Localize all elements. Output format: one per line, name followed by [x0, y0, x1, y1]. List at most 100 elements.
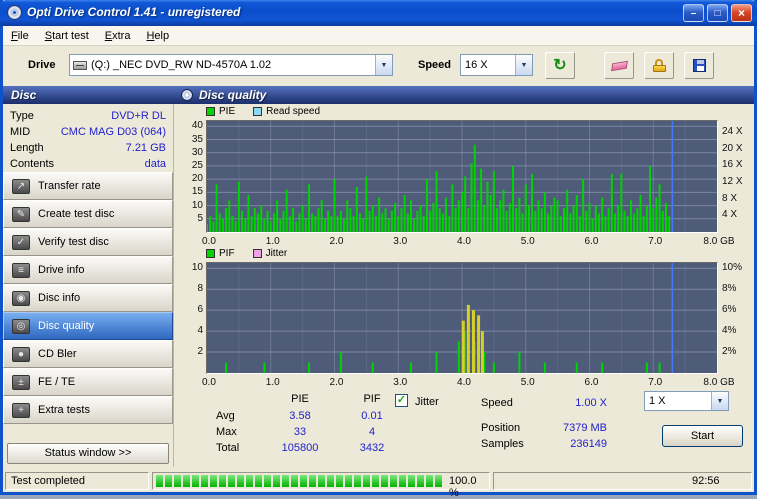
progress-segment	[354, 475, 361, 487]
pif-chart-legend: PIF Jitter	[206, 248, 287, 259]
drive-dropdown-arrow-icon[interactable]: ▼	[375, 55, 392, 75]
speed-stat-value: 1.00 X	[575, 397, 607, 409]
read-speed-legend-label: Read speed	[266, 106, 321, 117]
sidebar-item-label: Drive info	[38, 264, 85, 276]
axis-tick-label: 0.0	[202, 236, 216, 247]
start-button[interactable]: Start	[662, 425, 743, 447]
maximize-button[interactable]: □	[707, 4, 728, 22]
progress-segment	[345, 475, 352, 487]
close-icon: ×	[737, 6, 745, 20]
jitter-checkbox[interactable]: ✓	[395, 394, 408, 407]
axis-tick-label: 1.0	[265, 377, 280, 388]
test-speed-select-value: 1 X	[649, 395, 666, 407]
jitter-checkbox-label: Jitter	[415, 396, 439, 408]
status-window-button[interactable]: Status window >>	[7, 443, 169, 464]
pie-chart-legend: PIE Read speed	[206, 106, 320, 117]
axis-tick-label: 1.0	[265, 236, 280, 247]
axis-tick-label: 8.0 GB	[703, 236, 735, 247]
axis-tick-label: 4.0	[457, 377, 471, 388]
test-speed-dropdown-arrow-icon[interactable]: ▼	[711, 392, 728, 410]
menu-file[interactable]: File	[3, 28, 37, 44]
lock-icon	[652, 59, 666, 72]
progress-segment	[165, 475, 172, 487]
progress-segment	[363, 475, 370, 487]
checkmark-icon: ✓	[396, 394, 407, 406]
verify-test-disc-icon: ✓	[12, 234, 30, 250]
sidebar-item-verify-test-disc[interactable]: ✓ Verify test disc	[3, 228, 173, 256]
total-row-label: Total	[216, 442, 240, 454]
test-speed-select[interactable]: 1 X ▼	[644, 391, 729, 411]
title-bar: Opti Drive Control 1.41 - unregistered –…	[0, 0, 757, 26]
sidebar-item-extra-tests[interactable]: + Extra tests	[3, 396, 173, 424]
axis-tick-label: 2.0	[329, 377, 344, 388]
max-pif-value: 4	[368, 426, 376, 438]
axis-tick-label: 4	[197, 325, 203, 337]
samples-stat-label: Samples	[481, 438, 524, 450]
axis-tick-label: 4%	[722, 325, 737, 337]
menu-help[interactable]: Help	[138, 28, 177, 44]
speed-dropdown-arrow-icon[interactable]: ▼	[515, 55, 532, 75]
axis-tick-label: 5.0	[520, 236, 535, 247]
close-button[interactable]: ×	[731, 4, 752, 22]
sidebar-item-label: CD Bler	[38, 348, 77, 360]
sidebar-item-fe-te[interactable]: ± FE / TE	[3, 368, 173, 396]
read-speed-legend-swatch	[253, 107, 263, 116]
create-test-disc-icon: ✎	[12, 206, 30, 222]
sidebar-item-transfer-rate[interactable]: ↗ Transfer rate	[3, 172, 173, 200]
register-button[interactable]	[644, 52, 674, 79]
axis-tick-label: 25	[191, 159, 203, 171]
disc-length-value: 7.21 GB	[125, 142, 166, 154]
axis-tick-label: 35	[191, 133, 203, 145]
progress-segment	[435, 475, 442, 487]
progress-segment	[273, 475, 280, 487]
sidebar-item-label: Transfer rate	[38, 180, 101, 192]
disc-type-label: Type	[10, 110, 34, 122]
pif-legend-label: PIF	[219, 248, 235, 259]
erase-disc-button[interactable]	[604, 52, 634, 79]
disc-length-row: Length 7.21 GB	[3, 140, 173, 156]
pie-column-header: PIE	[291, 393, 309, 405]
sidebar-item-cd-bler[interactable]: ● CD Bler	[3, 340, 173, 368]
app-cd-icon	[7, 5, 22, 20]
progress-segment	[237, 475, 244, 487]
progress-segment	[282, 475, 289, 487]
sidebar-item-drive-info[interactable]: ≡ Drive info	[3, 256, 173, 284]
refresh-button[interactable]: ↻	[545, 52, 575, 79]
axis-tick-label: 4.0	[457, 236, 471, 247]
disc-quality-header-icon	[181, 89, 193, 101]
speed-select[interactable]: 16 X ▼	[460, 54, 533, 76]
menu-start-test[interactable]: Start test	[37, 28, 97, 44]
axis-tick-label: 30	[191, 146, 203, 158]
sidebar-item-disc-info[interactable]: ◉ Disc info	[3, 284, 173, 312]
samples-stat-value: 236149	[570, 438, 607, 450]
axis-tick-label: 7.0	[648, 377, 663, 388]
position-stat-label: Position	[481, 422, 521, 434]
time-panel: 92:56	[493, 472, 752, 490]
progress-segment	[183, 475, 190, 487]
progress-segment	[417, 475, 424, 487]
minimize-button[interactable]: –	[683, 4, 704, 22]
axis-tick-label: 12 X	[722, 176, 743, 188]
disc-type-row: Type DVD+R DL	[3, 108, 173, 124]
axis-tick-label: 10	[191, 199, 203, 211]
sidebar-item-disc-quality[interactable]: ◎ Disc quality	[3, 312, 173, 340]
drive-select-value: (Q:) _NEC DVD_RW ND-4570A 1.02	[91, 59, 272, 71]
axis-tick-label: 24 X	[722, 126, 743, 138]
progress-segment	[246, 475, 253, 487]
progress-segment	[228, 475, 235, 487]
sidebar-item-label: Verify test disc	[38, 236, 109, 248]
disc-section-header: Disc	[3, 86, 173, 104]
axis-tick-label: 6	[197, 304, 203, 316]
drive-select[interactable]: (Q:) _NEC DVD_RW ND-4570A 1.02 ▼	[69, 54, 393, 76]
axis-tick-label: 40	[191, 120, 203, 132]
axis-tick-label: 2%	[722, 346, 737, 358]
save-button[interactable]	[684, 52, 714, 79]
transfer-rate-icon: ↗	[12, 178, 30, 194]
pif-chart-canvas	[207, 263, 717, 373]
sidebar-item-create-test-disc[interactable]: ✎ Create test disc	[3, 200, 173, 228]
axis-tick-label: 16 X	[722, 159, 743, 171]
menu-extra[interactable]: Extra	[97, 28, 139, 44]
progress-segment	[219, 475, 226, 487]
progress-segment	[309, 475, 316, 487]
sidebar-item-label: FE / TE	[38, 376, 76, 388]
